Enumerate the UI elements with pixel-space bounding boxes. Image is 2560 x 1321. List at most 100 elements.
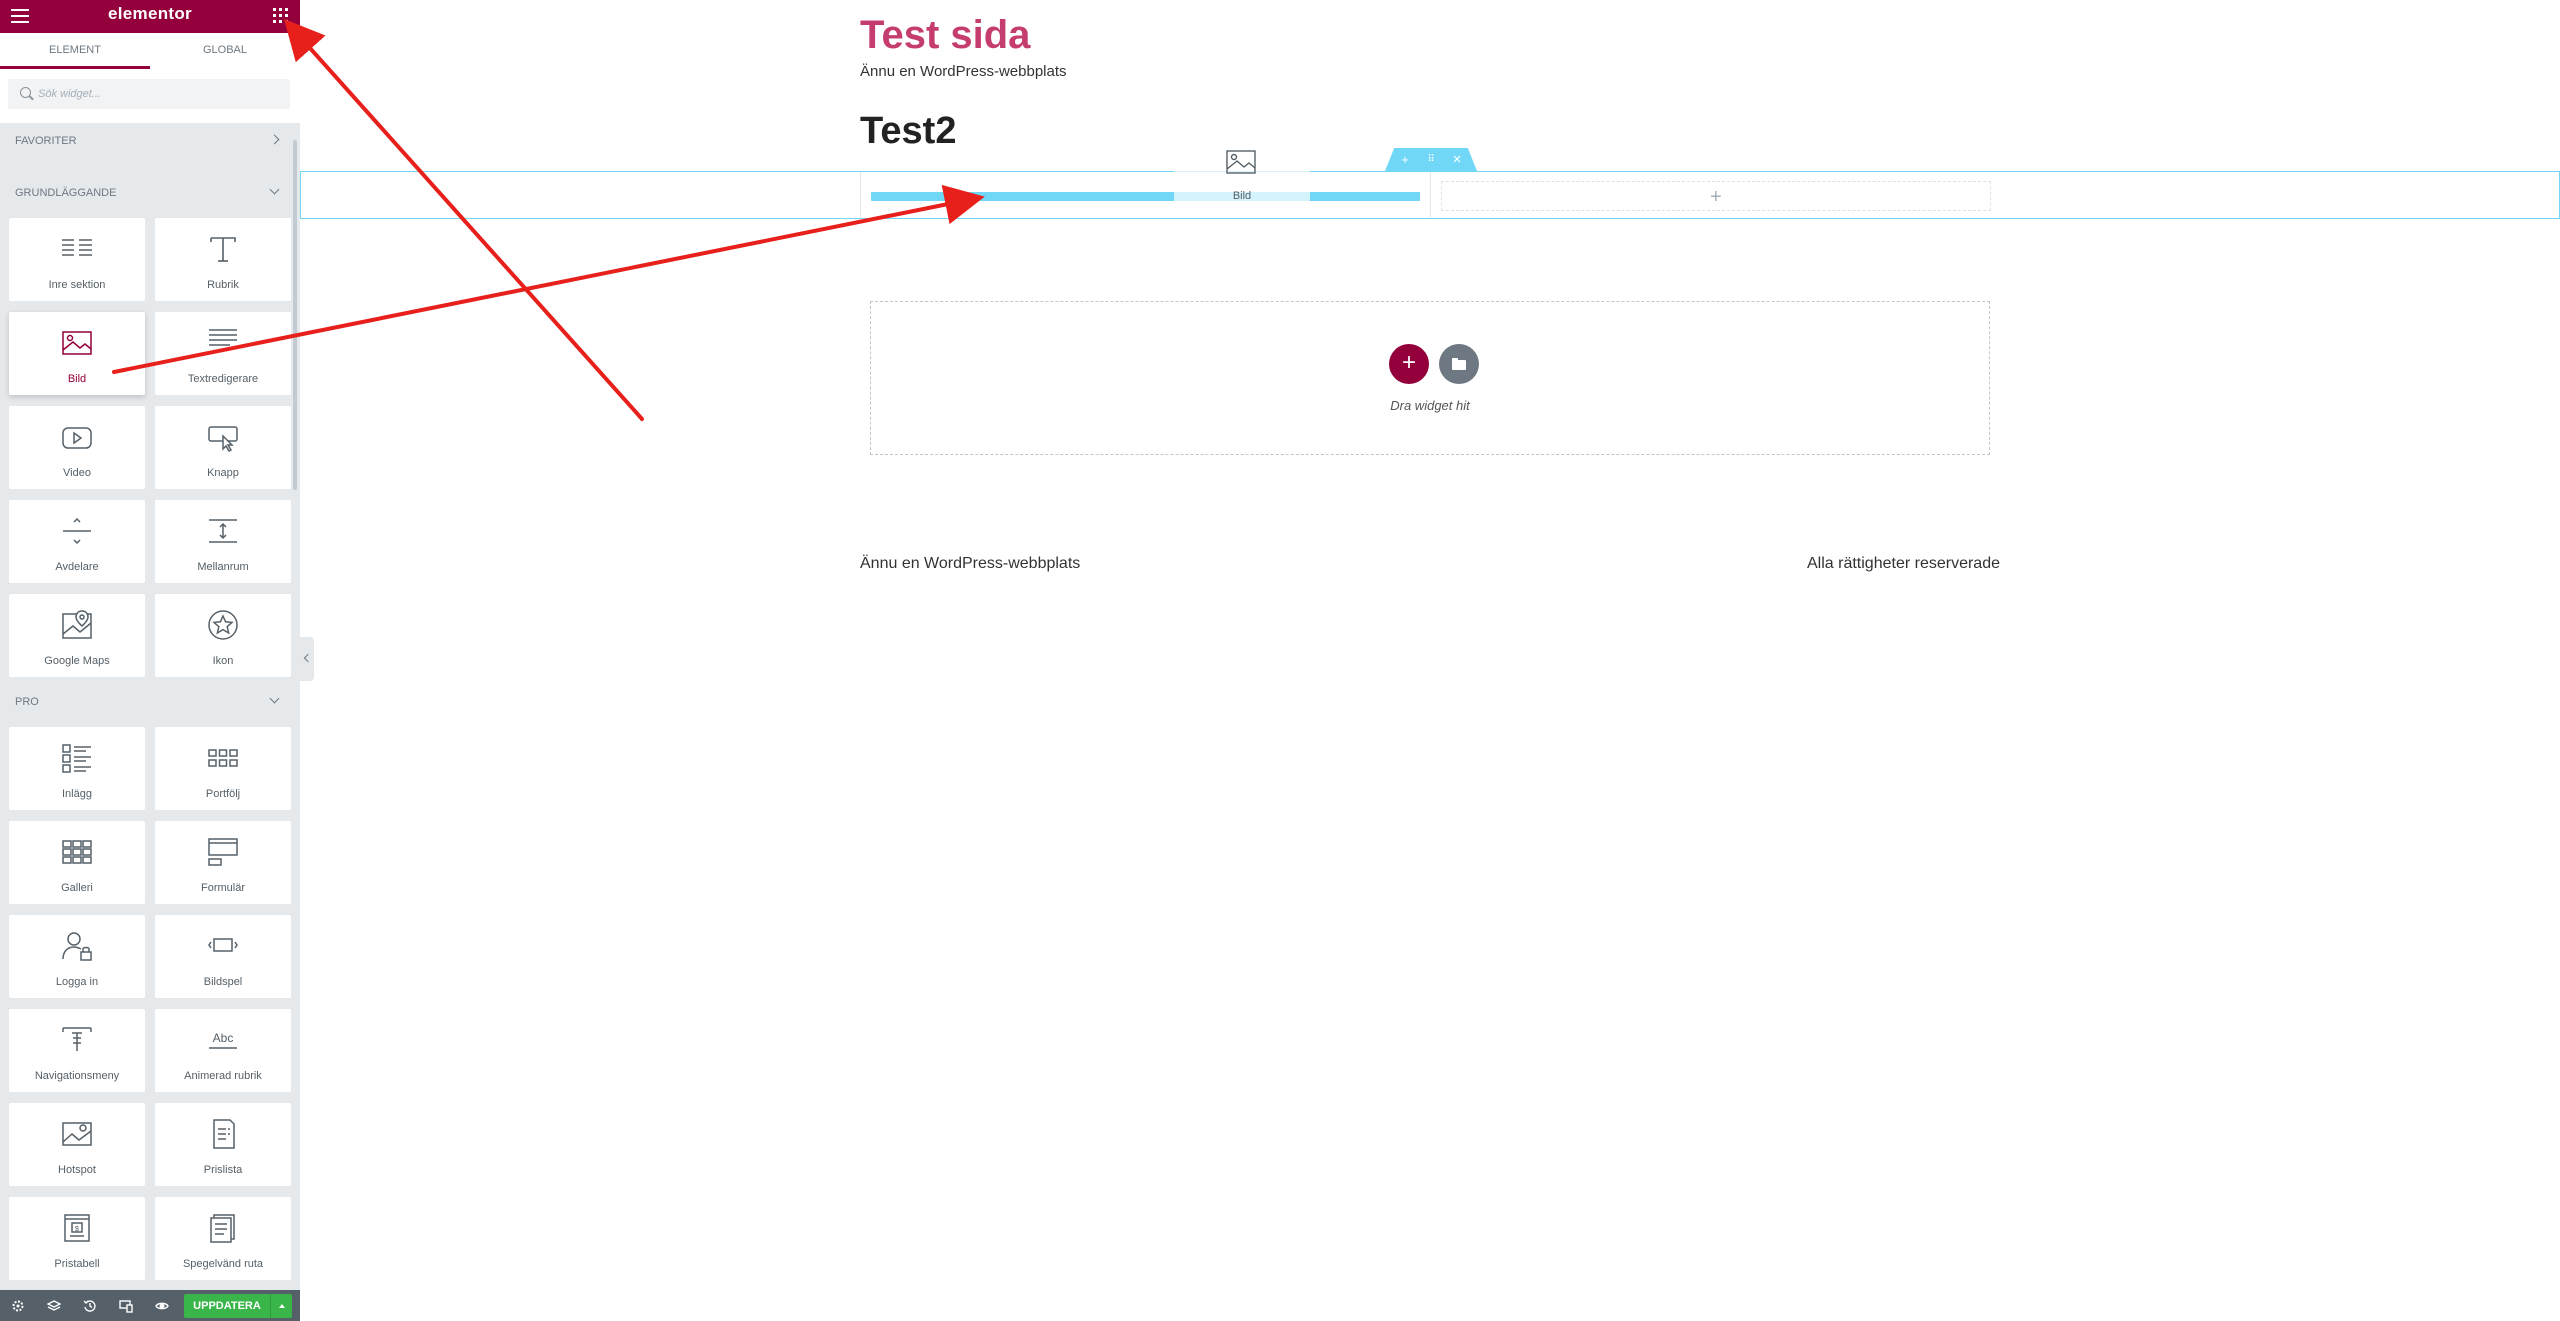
spacer-icon (209, 519, 237, 543)
widget-label: Prislista (203, 1164, 243, 1176)
widget-label: Pristabell (54, 1258, 100, 1270)
responsive-mode-icon[interactable] (108, 1290, 144, 1321)
category-basic-label: GRUNDLÄGGANDE (15, 187, 117, 199)
dragged-widget-label: Bild (1232, 190, 1252, 202)
widget-spacer[interactable]: Mellanrum (155, 500, 291, 583)
update-button[interactable]: UPPDATERA (184, 1294, 270, 1318)
widget-label: Bild (67, 373, 87, 385)
category-pro-label: PRO (15, 696, 39, 708)
column-divider (860, 172, 861, 218)
settings-gear-icon[interactable] (0, 1290, 36, 1321)
widget-inner-section[interactable]: Inre sektion (9, 218, 145, 301)
widget-label: Video (63, 467, 91, 479)
add-new-section-button[interactable]: + (1389, 344, 1429, 384)
widget-animated-heading[interactable]: Abc Animerad rubrik (155, 1009, 291, 1092)
image-icon (62, 331, 92, 355)
columns-icon (62, 239, 92, 256)
widget-slides[interactable]: Bildspel (155, 915, 291, 998)
widget-price-list[interactable]: Prislista (155, 1103, 291, 1186)
widget-label: Hotspot (58, 1164, 96, 1176)
widget-login[interactable]: Logga in (9, 915, 145, 998)
widget-label: Formulär (200, 882, 245, 894)
widget-portfolio[interactable]: Portfölj (155, 727, 291, 810)
price-table-icon: $ (64, 1214, 90, 1242)
tab-global[interactable]: GLOBAL (150, 33, 300, 69)
widget-google-maps[interactable]: Google Maps (9, 594, 145, 677)
portfolio-icon (208, 749, 238, 767)
heading-icon (210, 237, 236, 262)
widget-nav-menu[interactable]: Navigationsmeny (9, 1009, 145, 1092)
category-basic[interactable]: GRUNDLÄGGANDE (0, 183, 292, 203)
tab-element[interactable]: ELEMENT (0, 33, 150, 69)
login-icon (62, 932, 92, 961)
site-title[interactable]: Test sida (860, 13, 1030, 58)
empty-column[interactable]: + (1441, 181, 1991, 211)
add-section-area: + Dra widget hit (870, 301, 1990, 455)
widget-video[interactable]: Video (9, 406, 145, 489)
animated-heading-icon: Abc (209, 1031, 237, 1049)
flip-box-icon (210, 1214, 235, 1243)
move-section-icon[interactable]: ⠿ (1421, 151, 1441, 168)
page-preview: Test sida Ännu en WordPress-webbplats Te… (300, 0, 2560, 1321)
panel-tabs: ELEMENT GLOBAL (0, 33, 300, 69)
widget-hotspot[interactable]: Hotspot (9, 1103, 145, 1186)
map-icon (62, 610, 92, 639)
hotspot-icon (62, 1122, 92, 1146)
widget-label: Google Maps (44, 655, 110, 667)
panel-header: elementor (0, 0, 300, 33)
section-handle: + ⠿ × (1385, 148, 1477, 171)
chevron-up-icon[interactable] (270, 1294, 292, 1318)
widget-label: Inre sektion (48, 279, 106, 291)
search-box (8, 79, 290, 109)
footer-site-name: Ännu en WordPress-webbplats (860, 555, 1081, 572)
widget-flip-box[interactable]: Spegelvänd ruta (155, 1197, 291, 1280)
widget-gallery[interactable]: Galleri (9, 821, 145, 904)
widget-heading[interactable]: Rubrik (155, 218, 291, 301)
widget-label: Portfölj (205, 788, 241, 800)
history-icon[interactable] (72, 1290, 108, 1321)
widget-search-input[interactable] (38, 79, 283, 109)
widget-image[interactable]: Bild (9, 312, 145, 395)
add-widget-plus-icon[interactable]: + (1710, 187, 1722, 207)
category-favorites[interactable]: FAVORITER (0, 131, 292, 151)
widget-label: Mellanrum (197, 561, 249, 573)
add-section-button[interactable]: + (1395, 151, 1415, 168)
widget-posts[interactable]: Inlägg (9, 727, 145, 810)
category-pro[interactable]: PRO (0, 692, 292, 712)
delete-section-button[interactable]: × (1447, 151, 1467, 168)
widgets-grid-icon[interactable] (273, 8, 288, 23)
divider-icon (63, 517, 91, 545)
template-library-folder-icon[interactable] (1439, 344, 1479, 384)
widget-label: Spegelvänd ruta (182, 1258, 264, 1270)
widget-label: Ikon (212, 655, 234, 667)
footer-copyright: Alla rättigheter reserverade (1807, 555, 2000, 572)
text-editor-icon (209, 329, 237, 346)
widget-label: Avdelare (55, 561, 99, 573)
panel-scrollbar[interactable] (293, 140, 297, 490)
category-favorites-label: FAVORITER (15, 135, 77, 147)
widget-divider[interactable]: Avdelare (9, 500, 145, 583)
image-icon (1226, 150, 1256, 174)
widget-label: Knapp (207, 467, 239, 479)
preview-eye-icon[interactable] (144, 1290, 180, 1321)
widget-price-table[interactable]: $ Pristabell (9, 1197, 145, 1280)
widget-button[interactable]: Knapp (155, 406, 291, 489)
slides-icon (208, 938, 238, 952)
widget-label: Bildspel (203, 976, 243, 988)
star-icon (208, 610, 238, 640)
widget-icon[interactable]: Ikon (155, 594, 291, 677)
widget-form[interactable]: Formulär (155, 821, 291, 904)
elementor-logo: elementor (108, 4, 192, 23)
drop-placeholder-indicator (871, 192, 1420, 201)
widget-text-editor[interactable]: Textredigerare (155, 312, 291, 395)
button-icon (208, 426, 238, 452)
widget-label: Inlägg (62, 788, 92, 800)
navigator-layers-icon[interactable] (36, 1290, 72, 1321)
form-icon (208, 838, 238, 866)
drop-hint: Dra widget hit (1390, 398, 1470, 413)
svg-text:Abc: Abc (213, 1031, 234, 1045)
elementor-editor: elementor ELEMENT GLOBAL FAVORITER GRUND… (0, 0, 2560, 1321)
site-tagline: Ännu en WordPress-webbplats (860, 63, 1067, 80)
widget-label: Navigationsmeny (34, 1070, 120, 1082)
search-icon (20, 87, 31, 98)
